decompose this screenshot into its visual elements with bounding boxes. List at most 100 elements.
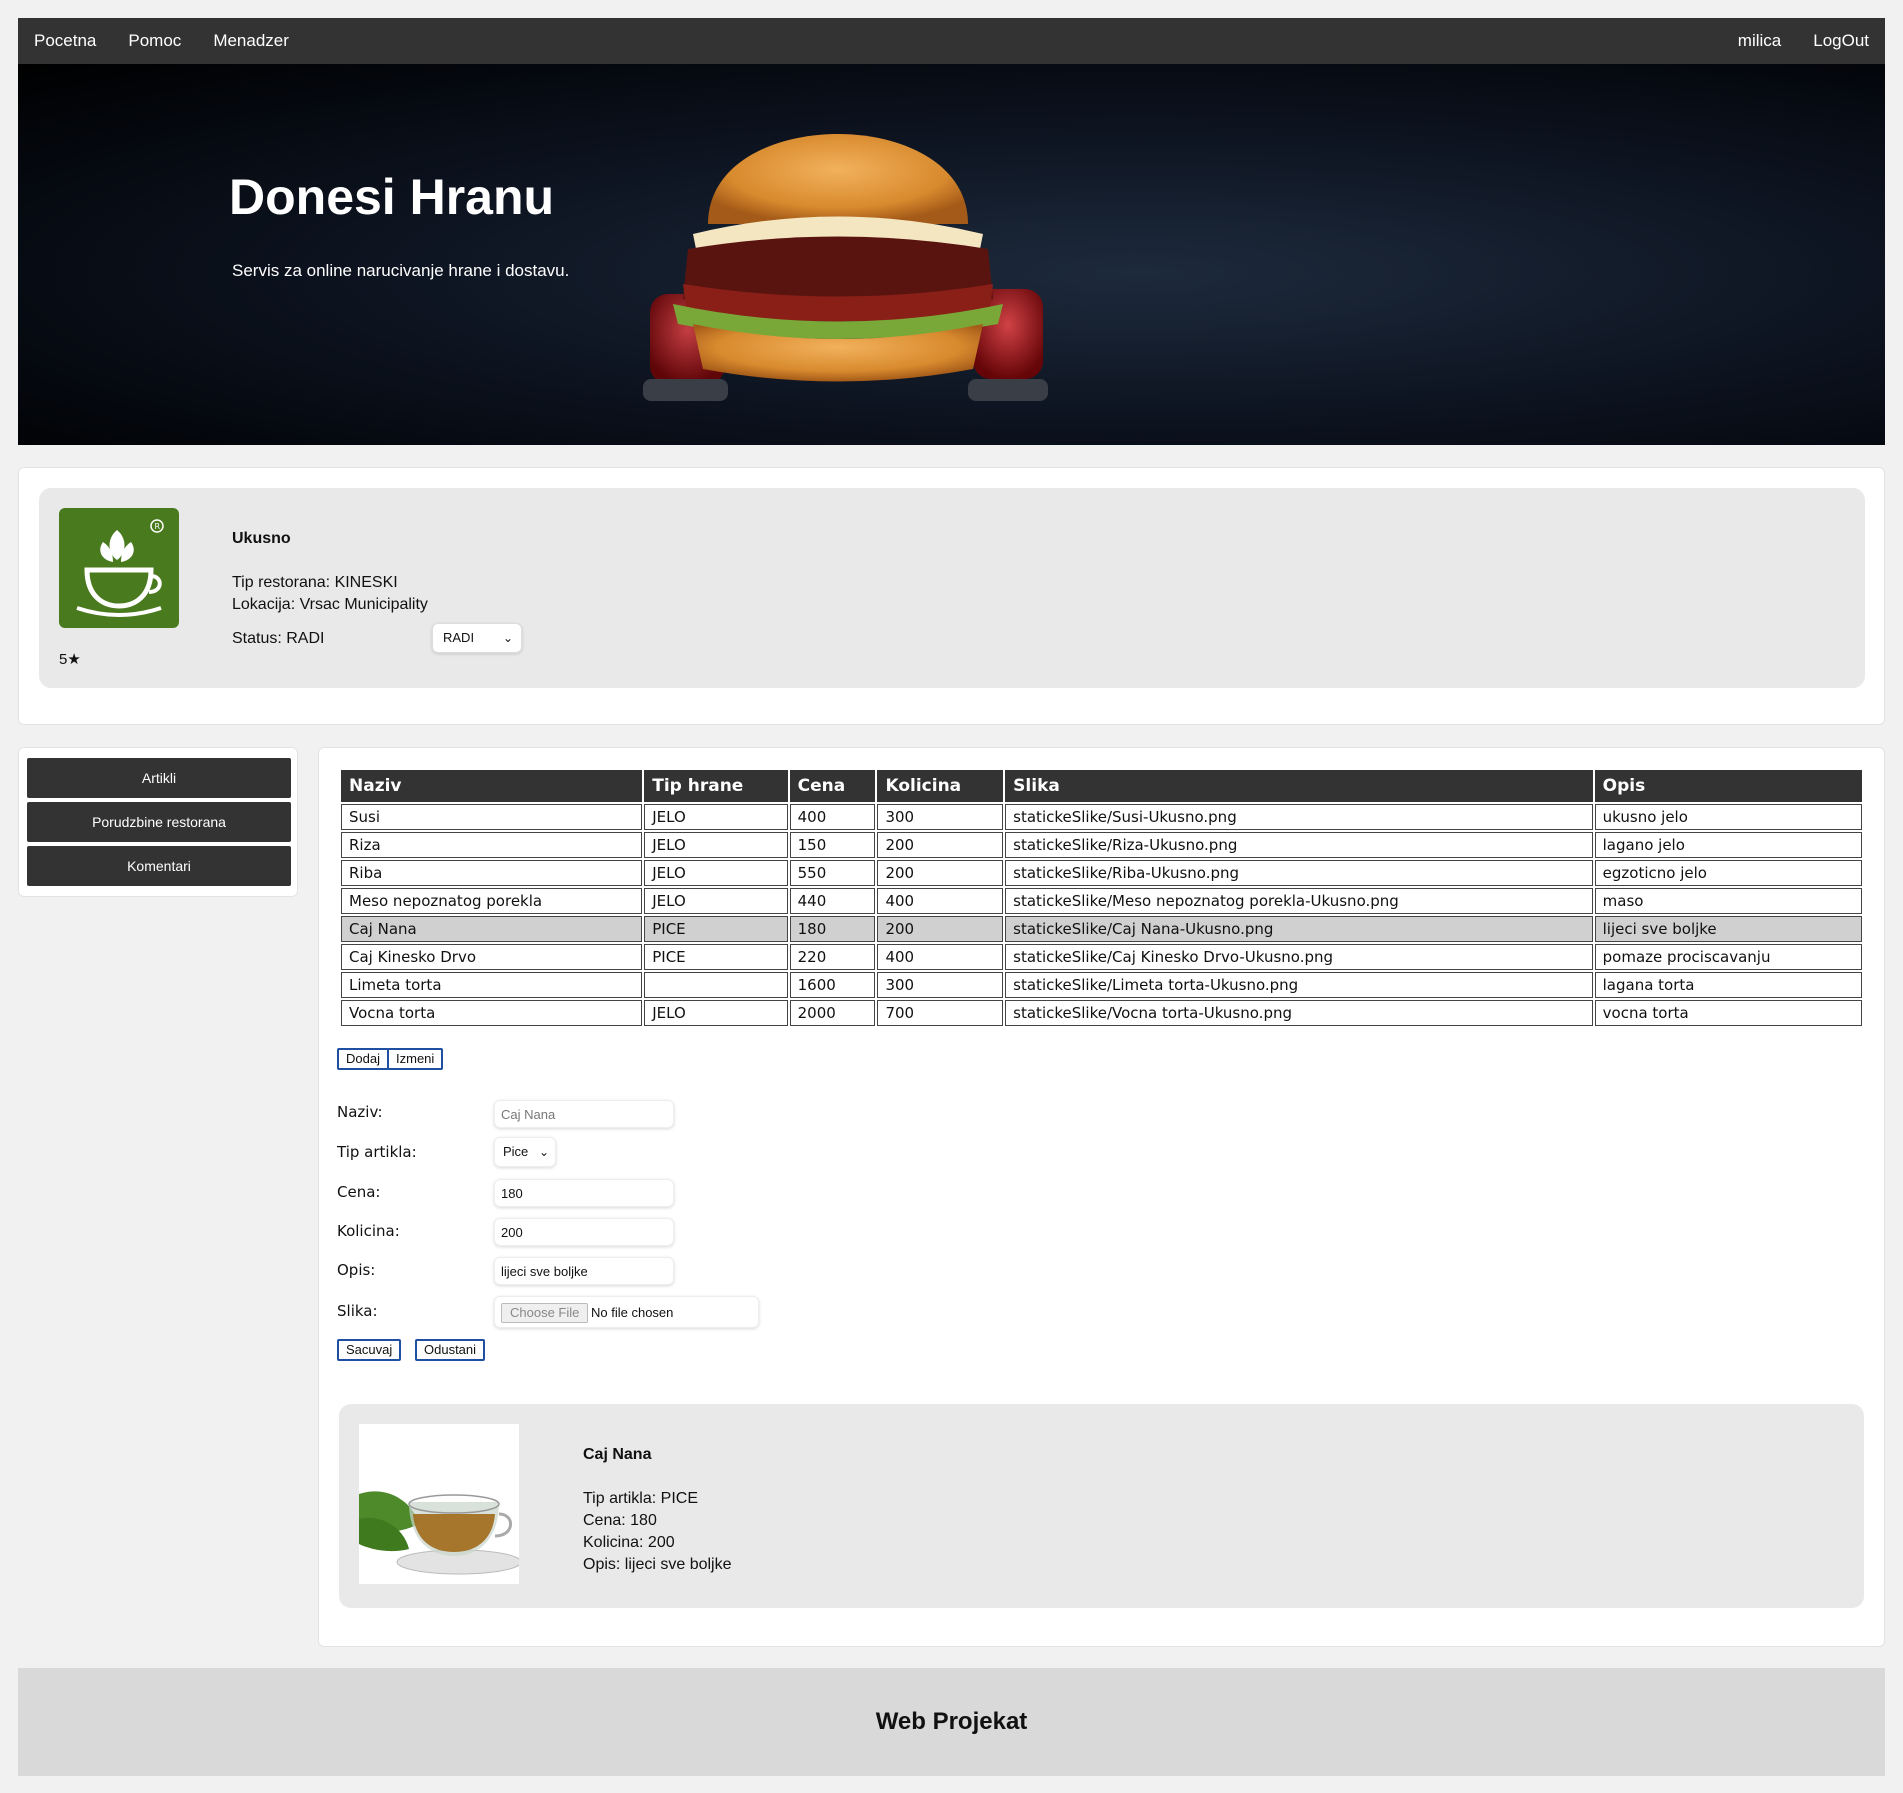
restaurant-type: Tip restorana: KINESKI	[232, 574, 398, 591]
table-cell: PICE	[644, 944, 788, 970]
nav-pomoc[interactable]: Pomoc	[112, 18, 197, 64]
edit-button[interactable]: Izmeni	[387, 1048, 444, 1070]
kolicina-label: Kolicina:	[337, 1222, 400, 1240]
col-naziv: Naziv	[341, 770, 643, 802]
table-cell: statickeSlike/Meso nepoznatog porekla-Uk…	[1005, 888, 1593, 914]
add-button[interactable]: Dodaj	[337, 1048, 389, 1070]
table-row[interactable]: Riza JELO 150 200 statickeSlike/Riza-Ukusno.…	[341, 832, 1862, 858]
table-cell: lijeci sve boljke	[1594, 916, 1862, 942]
table-cell: maso	[1594, 888, 1862, 914]
opis-input[interactable]: lijeci sve boljke	[494, 1257, 674, 1285]
table-row[interactable]: Meso nepoznatog porekla JELO 440 400 statick…	[341, 888, 1862, 914]
nav-logout[interactable]: LogOut	[1797, 18, 1885, 64]
table-cell: statickeSlike/Susi-Ukusno.png	[1005, 804, 1593, 830]
table-cell: JELO	[644, 888, 788, 914]
tip-artikla-value: Pice	[503, 1144, 529, 1159]
preview-type: Tip artikla: PICE	[583, 1490, 698, 1507]
table-cell: 1600	[789, 972, 876, 998]
items-table: Naziv Tip hrane Cena Kolicina Slika Opis…	[339, 768, 1864, 1028]
preview-quantity: Kolicina: 200	[583, 1534, 675, 1551]
table-cell: vocna torta	[1594, 1000, 1862, 1026]
table-cell: 200	[877, 916, 1004, 942]
table-cell: 200	[877, 832, 1004, 858]
table-cell	[644, 972, 788, 998]
table-cell: Vocna torta	[341, 1000, 643, 1026]
tea-cup-image	[359, 1424, 519, 1584]
slika-file-input[interactable]: Choose File No file chosen	[494, 1296, 759, 1328]
table-cell: statickeSlike/Caj Nana-Ukusno.png	[1005, 916, 1593, 942]
restaurant-name: Ukusno	[232, 530, 291, 547]
table-cell: JELO	[644, 832, 788, 858]
table-cell: 2000	[789, 1000, 876, 1026]
table-row[interactable]: Limeta torta 1600 300 statickeSlike/Limeta …	[341, 972, 1862, 998]
item-preview-panel: Caj Nana Tip artikla: PICE Cena: 180 Kol…	[339, 1404, 1864, 1608]
preview-price: Cena: 180	[583, 1512, 657, 1529]
col-opis: Opis	[1594, 770, 1862, 802]
table-row[interactable]: Caj Nana PICE 180 200 statickeSlike/Caj Nana…	[341, 916, 1862, 942]
tea-cup-logo-icon: R	[59, 508, 179, 628]
sidebar-item-artikli[interactable]: Artikli	[27, 758, 291, 798]
chevron-down-icon: ⌄	[538, 1145, 549, 1159]
table-cell: 220	[789, 944, 876, 970]
table-cell: PICE	[644, 916, 788, 942]
main-content: Naziv Tip hrane Cena Kolicina Slika Opis…	[318, 747, 1885, 1647]
restaurant-rating: 5★	[59, 651, 81, 668]
restaurant-location: Lokacija: Vrsac Municipality	[232, 596, 428, 613]
table-cell: statickeSlike/Riza-Ukusno.png	[1005, 832, 1593, 858]
table-cell: Meso nepoznatog porekla	[341, 888, 643, 914]
hero-title: Donesi Hranu	[229, 169, 555, 225]
kolicina-input[interactable]: 200	[494, 1218, 674, 1246]
choose-file-button[interactable]: Choose File	[501, 1303, 589, 1323]
table-cell: Caj Kinesko Drvo	[341, 944, 643, 970]
table-cell: Riba	[341, 860, 643, 886]
table-cell: 700	[877, 1000, 1004, 1026]
table-row[interactable]: Susi JELO 400 300 statickeSlike/Susi-Ukusno.…	[341, 804, 1862, 830]
preview-description: Opis: lijeci sve boljke	[583, 1556, 732, 1573]
file-status-text: No file chosen	[591, 1305, 674, 1320]
table-cell: 300	[877, 804, 1004, 830]
table-row[interactable]: Riba JELO 550 200 statickeSlike/Riba-Ukusno.…	[341, 860, 1862, 886]
nav-pocetna[interactable]: Pocetna	[18, 18, 112, 64]
table-cell: statickeSlike/Limeta torta-Ukusno.png	[1005, 972, 1593, 998]
table-cell: 440	[789, 888, 876, 914]
table-cell: lagano jelo	[1594, 832, 1862, 858]
nav-menadzer[interactable]: Menadzer	[197, 18, 305, 64]
cancel-button[interactable]: Odustani	[415, 1339, 486, 1361]
table-cell: statickeSlike/Vocna torta-Ukusno.png	[1005, 1000, 1593, 1026]
opis-label: Opis:	[337, 1261, 376, 1279]
restaurant-card: R 5★ Ukusno Tip restorana: KINESKI Lokac…	[18, 467, 1885, 725]
top-navbar: Pocetna Pomoc Menadzer milica LogOut	[18, 18, 1885, 64]
table-cell: JELO	[644, 860, 788, 886]
col-cena: Cena	[789, 770, 876, 802]
table-row[interactable]: Vocna torta JELO 2000 700 statickeSlike/Vocn…	[341, 1000, 1862, 1026]
table-cell: Limeta torta	[341, 972, 643, 998]
table-cell: 180	[789, 916, 876, 942]
table-header-row: Naziv Tip hrane Cena Kolicina Slika Opis	[341, 770, 1862, 802]
save-button[interactable]: Sacuvaj	[337, 1339, 402, 1361]
table-row[interactable]: Caj Kinesko Drvo PICE 220 400 statickeSlike/…	[341, 944, 1862, 970]
table-cell: 400	[877, 944, 1004, 970]
footer: Web Projekat	[18, 1668, 1885, 1776]
sidebar: Artikli Porudzbine restorana Komentari	[18, 747, 298, 897]
cena-input[interactable]: 180	[494, 1179, 674, 1207]
table-cell: 150	[789, 832, 876, 858]
sidebar-item-porudzbine[interactable]: Porudzbine restorana	[27, 802, 291, 842]
table-cell: statickeSlike/Riba-Ukusno.png	[1005, 860, 1593, 886]
svg-text:R: R	[155, 522, 161, 531]
hero-subtitle: Servis za online narucivanje hrane i dos…	[232, 261, 570, 280]
table-cell: JELO	[644, 1000, 788, 1026]
status-select-value: RADI	[443, 630, 475, 645]
table-cell: 400	[789, 804, 876, 830]
sidebar-item-komentari[interactable]: Komentari	[27, 846, 291, 886]
naziv-input[interactable]: Caj Nana	[494, 1100, 674, 1128]
nav-user[interactable]: milica	[1722, 18, 1797, 64]
cena-label: Cena:	[337, 1183, 381, 1201]
table-cell: statickeSlike/Caj Kinesko Drvo-Ukusno.pn…	[1005, 944, 1593, 970]
table-cell: lagana torta	[1594, 972, 1862, 998]
table-cell: Susi	[341, 804, 643, 830]
table-cell: 300	[877, 972, 1004, 998]
table-cell: 550	[789, 860, 876, 886]
tip-artikla-select[interactable]: Pice ⌄	[494, 1137, 556, 1167]
restaurant-info-panel: R 5★ Ukusno Tip restorana: KINESKI Lokac…	[39, 488, 1865, 688]
status-select[interactable]: RADI ⌄	[432, 623, 522, 653]
